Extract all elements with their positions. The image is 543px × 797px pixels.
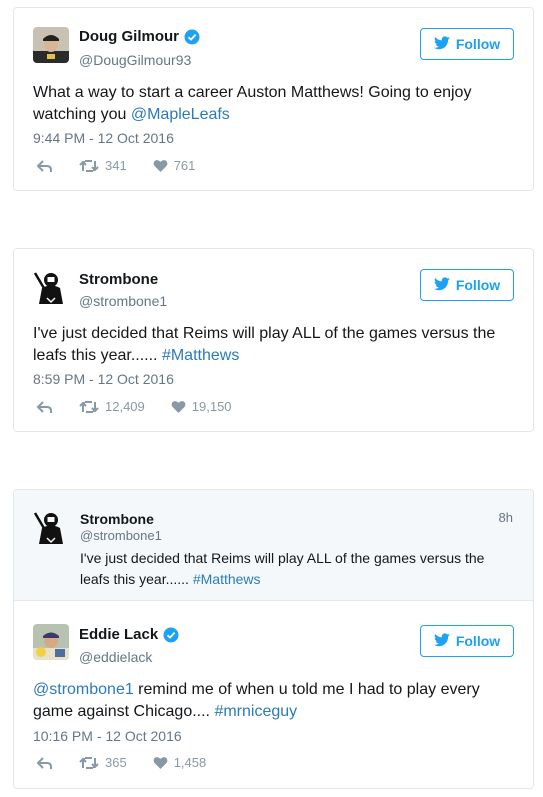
tweet-actions: 12,409 19,150: [36, 399, 258, 414]
author-name[interactable]: Eddie Lack: [79, 626, 158, 643]
quoted-author-line: Strombone: [80, 511, 154, 527]
tweet-timestamp[interactable]: 8:59 PM - 12 Oct 2016: [33, 371, 174, 387]
goalie-icon: [33, 270, 69, 306]
retweet-count: 341: [105, 158, 127, 173]
follow-button[interactable]: Follow: [420, 269, 514, 301]
twitter-bird-icon: [433, 276, 450, 294]
quoted-tweet-text: I've just decided that Reims will play A…: [80, 548, 507, 590]
tweet-text-body: I've just decided that Reims will play A…: [33, 325, 496, 364]
mention-link[interactable]: @MapleLeafs: [131, 106, 230, 123]
reply-icon: [36, 400, 53, 414]
tweet-card: Strombone @strombone1 8h I've just decid…: [13, 489, 534, 789]
like-button[interactable]: 19,150: [171, 399, 232, 414]
quoted-author-name[interactable]: Strombone: [80, 511, 154, 527]
follow-button[interactable]: Follow: [420, 625, 514, 657]
retweet-icon: [79, 400, 99, 414]
tweet-actions: 365 1,458: [36, 755, 232, 770]
hashtag-link[interactable]: #Matthews: [193, 571, 261, 587]
reply-button[interactable]: [36, 756, 53, 770]
tweet-timestamp[interactable]: 10:16 PM - 12 Oct 2016: [33, 728, 182, 744]
tweet-text: @strombone1 remind me of when u told me …: [33, 679, 514, 723]
tweet-text-body: What a way to start a career Auston Matt…: [33, 84, 472, 123]
retweet-icon: [79, 756, 99, 770]
like-button[interactable]: 761: [153, 158, 196, 173]
twitter-bird-icon: [433, 35, 450, 53]
heart-icon: [153, 756, 168, 770]
tweet-text: I've just decided that Reims will play A…: [33, 323, 514, 367]
hashtag-link[interactable]: #mrniceguy: [214, 703, 297, 720]
retweet-icon: [79, 159, 99, 173]
retweet-button[interactable]: 341: [79, 158, 127, 173]
retweet-count: 12,409: [105, 399, 145, 414]
tweet-timestamp[interactable]: 9:44 PM - 12 Oct 2016: [33, 130, 174, 146]
verified-badge-icon: [184, 29, 200, 45]
author-name[interactable]: Doug Gilmour: [79, 28, 179, 45]
goalie-icon: [33, 510, 69, 546]
quoted-tweet-age[interactable]: 8h: [499, 510, 513, 525]
tweet-actions: 341 761: [36, 158, 221, 173]
mention-link[interactable]: @strombone1: [33, 681, 134, 698]
follow-label: Follow: [455, 633, 501, 649]
retweet-count: 365: [105, 755, 127, 770]
avatar[interactable]: [33, 270, 69, 306]
author-line: Eddie Lack: [79, 626, 179, 643]
heart-icon: [171, 400, 186, 414]
author-line: Doug Gilmour: [79, 28, 200, 45]
quoted-author-handle[interactable]: @strombone1: [80, 528, 162, 543]
retweet-button[interactable]: 12,409: [79, 399, 145, 414]
avatar[interactable]: [33, 27, 69, 63]
retweet-button[interactable]: 365: [79, 755, 127, 770]
quoted-tweet[interactable]: Strombone @strombone1 8h I've just decid…: [14, 490, 533, 601]
like-button[interactable]: 1,458: [153, 755, 207, 770]
reply-icon: [36, 756, 53, 770]
like-count: 761: [173, 158, 196, 173]
author-name[interactable]: Strombone: [79, 271, 158, 288]
author-line: Strombone: [79, 271, 158, 288]
tweet-text: What a way to start a career Auston Matt…: [33, 82, 514, 126]
quoted-text-body: I've just decided that Reims will play A…: [80, 550, 485, 587]
author-handle[interactable]: @strombone1: [79, 293, 167, 309]
hashtag-link[interactable]: #Matthews: [162, 347, 239, 364]
verified-badge-icon: [163, 627, 179, 643]
reply-button[interactable]: [36, 400, 53, 414]
tweet-card: Strombone @strombone1 Follow I've just d…: [13, 248, 534, 432]
follow-label: Follow: [455, 36, 501, 52]
heart-icon: [153, 159, 168, 173]
author-handle[interactable]: @DougGilmour93: [79, 52, 191, 68]
avatar[interactable]: [33, 624, 69, 660]
twitter-bird-icon: [433, 632, 450, 650]
reply-button[interactable]: [36, 159, 53, 173]
avatar[interactable]: [33, 510, 69, 546]
reply-icon: [36, 159, 53, 173]
follow-label: Follow: [455, 277, 501, 293]
like-count: 1,458: [173, 755, 207, 770]
follow-button[interactable]: Follow: [420, 28, 514, 60]
author-handle[interactable]: @eddielack: [79, 649, 152, 665]
tweet-card: Doug Gilmour @DougGilmour93 Follow What …: [13, 7, 534, 191]
like-count: 19,150: [191, 399, 232, 414]
